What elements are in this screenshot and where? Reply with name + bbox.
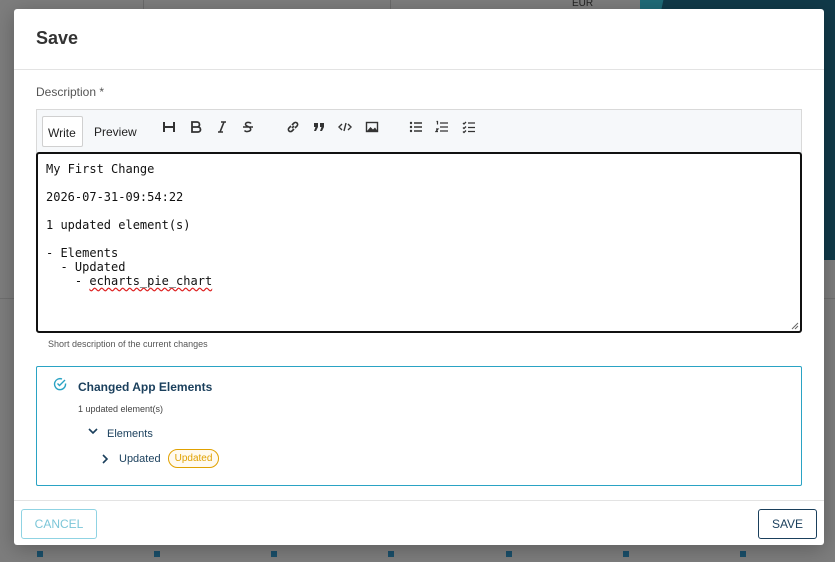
italic-icon[interactable]	[213, 120, 231, 138]
resize-grip-icon[interactable]	[791, 322, 799, 330]
tree-item-label: Updated	[119, 452, 161, 465]
editor-line: 2026-07-31-09:54:22	[46, 190, 184, 204]
description-textarea[interactable]: My First Change 2026-07-31-09:54:22 1 up…	[36, 152, 802, 333]
background-marker	[154, 551, 160, 557]
dialog-header: Save	[14, 9, 824, 70]
background-marker	[37, 551, 43, 557]
save-button[interactable]: SAVE	[758, 509, 817, 539]
description-label: Description *	[36, 85, 105, 99]
editor-line: 1 updated element(s)	[46, 218, 191, 232]
save-dialog: Save Description * Write Preview My Firs…	[14, 9, 824, 545]
strikethrough-icon[interactable]	[239, 120, 257, 138]
description-hint: Short description of the current changes	[48, 339, 208, 349]
background-marker	[740, 551, 746, 557]
numbered-list-icon[interactable]	[433, 120, 451, 138]
background-marker	[388, 551, 394, 557]
editor-line: -	[46, 274, 90, 288]
markdown-toolbar: Write Preview	[36, 109, 802, 153]
bulleted-list-icon[interactable]	[407, 120, 425, 138]
tree-item-updated[interactable]: Updated Updated	[99, 449, 220, 468]
chevron-right-icon	[102, 453, 109, 464]
tab-preview[interactable]: Preview	[89, 116, 143, 147]
changes-title: Changed App Elements	[78, 380, 213, 394]
tab-write[interactable]: Write	[42, 116, 83, 147]
check-circle-icon	[53, 377, 67, 391]
changed-elements-panel: Changed App Elements 1 updated element(s…	[36, 366, 802, 486]
dialog-title: Save	[36, 28, 79, 48]
editor-line: My First Change	[46, 162, 155, 176]
misspelled-word: echarts_pie_chart	[89, 274, 213, 288]
heading-icon[interactable]	[160, 120, 178, 138]
dialog-footer: CANCEL SAVE	[14, 500, 824, 545]
background-marker	[271, 551, 277, 557]
editor-line: - Elements	[46, 246, 119, 260]
background-marker	[506, 551, 512, 557]
cancel-button[interactable]: CANCEL	[21, 509, 97, 539]
bold-icon[interactable]	[187, 120, 205, 138]
tree-group-elements[interactable]: Elements	[87, 425, 153, 440]
task-list-icon[interactable]	[460, 120, 478, 138]
image-icon[interactable]	[363, 120, 381, 138]
editor-line: - Updated	[46, 260, 126, 274]
code-icon[interactable]	[336, 120, 354, 138]
link-icon[interactable]	[284, 120, 302, 138]
status-badge: Updated	[167, 449, 220, 468]
background-marker	[623, 551, 629, 557]
quote-icon[interactable]	[310, 120, 328, 138]
background-currency-label: EUR	[572, 0, 594, 9]
tree-group-label: Elements	[107, 428, 153, 440]
changes-summary: 1 updated element(s)	[78, 404, 164, 414]
chevron-down-icon	[88, 428, 98, 435]
